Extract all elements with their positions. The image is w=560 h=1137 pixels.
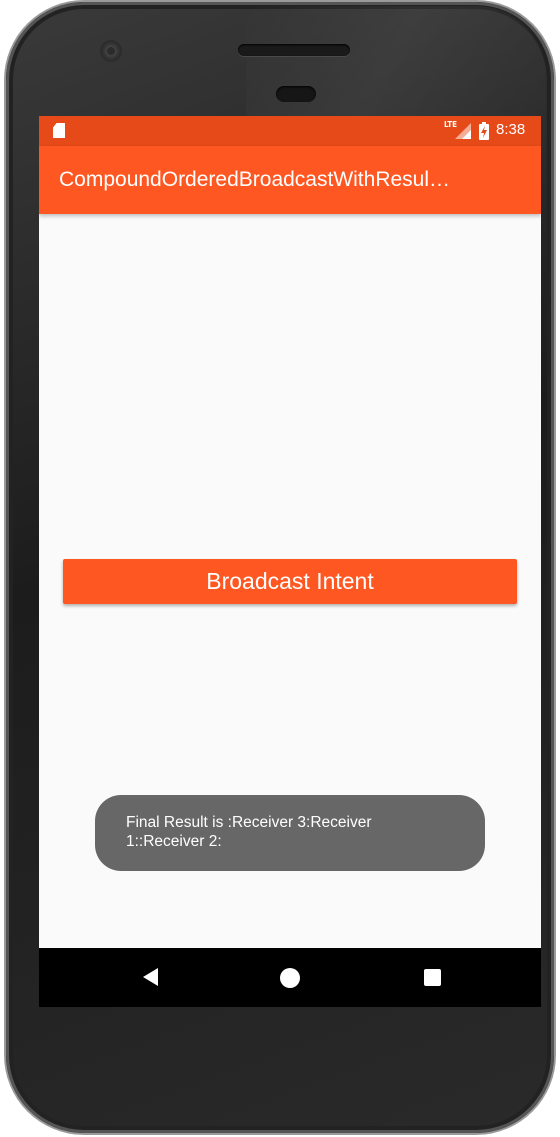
recents-icon[interactable] [424, 969, 441, 986]
navigation-bar [39, 948, 541, 1007]
home-icon[interactable] [280, 968, 300, 988]
toast-message: Final Result is :Receiver 3:Receiver 1::… [95, 795, 485, 871]
status-clock: 8:38 [496, 121, 526, 138]
status-bar: LTE 8:38 [39, 116, 541, 146]
proximity-sensor [276, 86, 316, 102]
front-camera [102, 42, 120, 60]
device-screen: LTE 8:38 CompoundOrderedBroadcastWithRes… [39, 116, 541, 1007]
earpiece-speaker [238, 44, 350, 56]
toast-text: Final Result is :Receiver 3:Receiver 1::… [126, 814, 372, 850]
network-type-label: LTE [444, 120, 458, 129]
sd-card-icon [53, 123, 65, 138]
broadcast-intent-button[interactable]: Broadcast Intent [63, 559, 517, 604]
app-bar: CompoundOrderedBroadcastWithResul… [39, 146, 541, 214]
battery-charging-icon [479, 122, 489, 140]
back-icon[interactable] [143, 968, 158, 986]
app-title: CompoundOrderedBroadcastWithResul… [59, 168, 451, 191]
